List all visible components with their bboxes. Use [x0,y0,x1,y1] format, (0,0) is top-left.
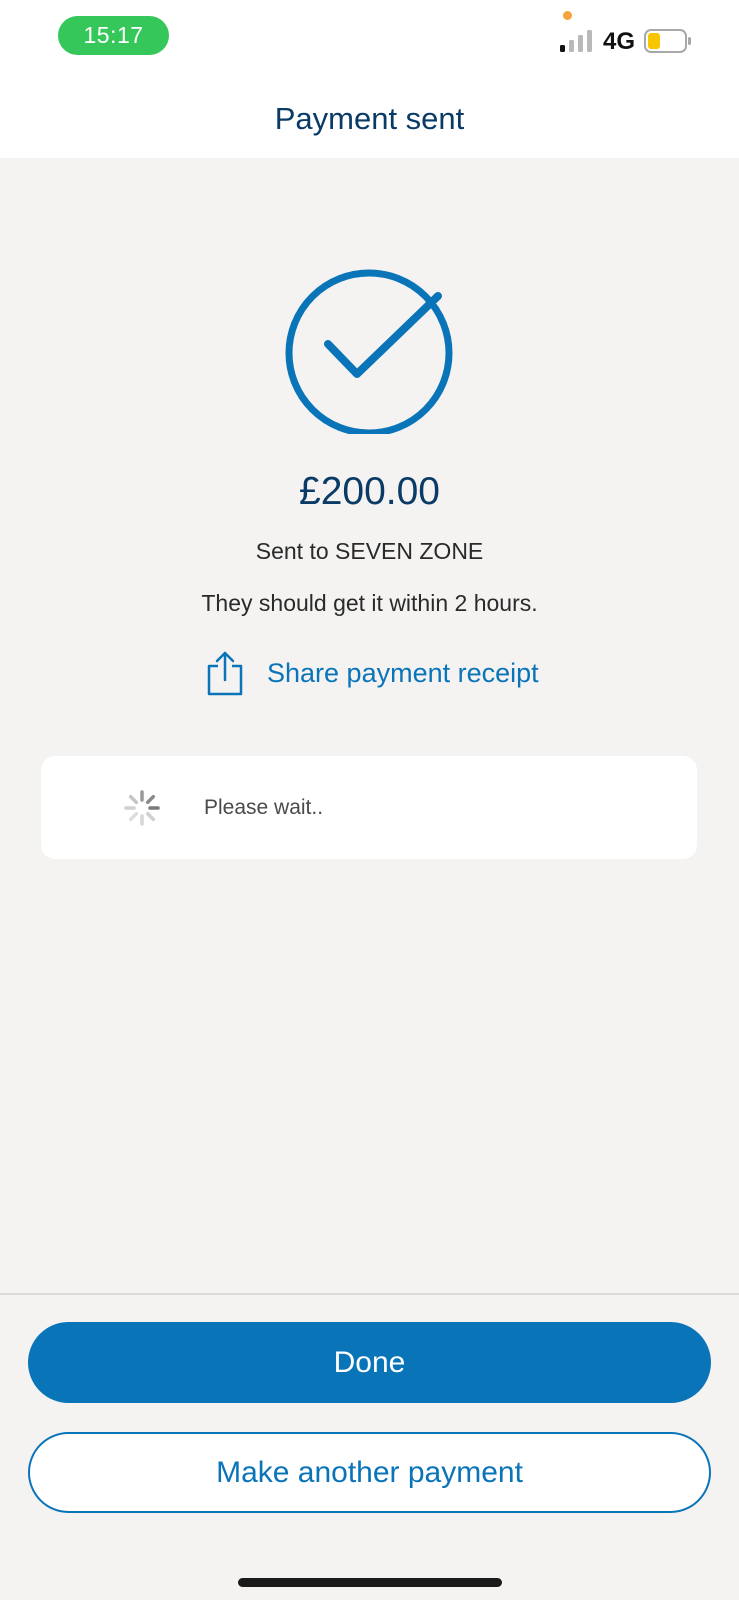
wait-text: Please wait.. [204,795,324,819]
done-button-label: Done [333,1345,406,1379]
payment-amount: £200.00 [299,470,440,513]
wait-card: Please wait.. [41,756,697,859]
status-time: 15:17 [83,22,144,48]
status-bar: 15:17 4G [0,0,739,80]
done-button[interactable]: Done [28,1322,711,1403]
network-type: 4G [603,28,636,55]
time-pill[interactable]: 15:17 [58,16,169,55]
page-title: Payment sent [274,101,465,136]
home-indicator[interactable] [238,1578,502,1587]
privacy-indicator-dot [563,11,572,20]
make-another-payment-label: Make another payment [216,1455,523,1489]
make-another-payment-button[interactable]: Make another payment [28,1432,711,1513]
recipient-text: Sent to SEVEN ZONE [255,538,484,564]
checkmark-circle-icon [285,269,453,434]
share-receipt-label: Share payment receipt [267,657,539,688]
signal-strength-icon [560,30,592,52]
footer-divider [0,1293,739,1295]
delivery-timing-text: They should get it within 2 hours. [201,590,538,616]
battery-icon [644,29,691,53]
header: Payment sent [0,80,739,158]
share-icon [207,651,243,696]
share-receipt-link[interactable]: Share payment receipt [205,650,539,696]
spinner-icon [124,789,160,826]
